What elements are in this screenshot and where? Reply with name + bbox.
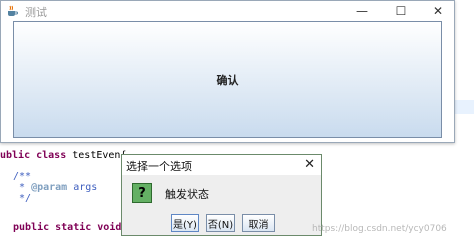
minimize-button[interactable]: — [345, 1, 379, 21]
doc-comment-param: * @param args [13, 182, 98, 193]
class-declaration: ublic class testEven{ [0, 150, 126, 161]
class-name-text: testEven{ [66, 150, 127, 161]
yes-button[interactable]: 是(Y) [171, 214, 199, 232]
class-keyword: ublic class [0, 150, 67, 161]
main-keywords: public static void [13, 222, 122, 233]
dialog-message: 触发状态 [165, 188, 209, 201]
doc-comment-close: */ [13, 193, 31, 204]
option-dialog: 选择一个选项 ✕ ? 触发状态 是(Y) 否(N) 取消 [121, 154, 322, 236]
dialog-close-button[interactable]: ✕ [304, 157, 315, 172]
doc-comment-open: /** [13, 171, 32, 182]
no-button[interactable]: 否(N) [206, 214, 235, 232]
dialog-titlebar[interactable]: 选择一个选项 ✕ [122, 155, 321, 175]
param-tag: @param [31, 182, 68, 193]
cancel-button[interactable]: 取消 [242, 214, 275, 232]
watermark-text: https://blog.csdn.net/ycy0706 [312, 224, 447, 234]
param-name: args [67, 182, 98, 193]
close-button[interactable]: ✕ [421, 1, 455, 21]
test-window: 测试 — ☐ ✕ 确认 [0, 0, 455, 143]
doc-close-text: */ [19, 193, 32, 204]
java-cup-icon [8, 5, 18, 16]
maximize-button[interactable]: ☐ [384, 1, 418, 21]
dialog-title: 选择一个选项 [126, 160, 192, 173]
window-titlebar[interactable]: 测试 — ☐ ✕ [1, 1, 454, 21]
window-title: 测试 [25, 6, 47, 19]
question-icon: ? [132, 183, 152, 203]
confirm-button[interactable]: 确认 [13, 21, 442, 138]
